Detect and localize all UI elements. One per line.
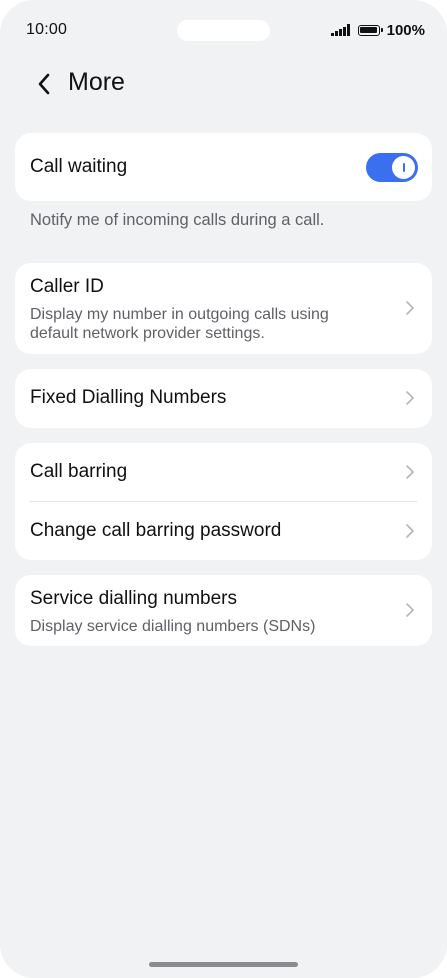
home-indicator[interactable] (149, 962, 298, 967)
chevron-right-icon (406, 524, 414, 538)
chevron-right-icon (406, 465, 414, 479)
chevron-left-icon (38, 73, 50, 95)
call-waiting-card: Call waiting (15, 133, 432, 201)
fixed-dialling-row[interactable]: Fixed Dialling Numbers (15, 369, 432, 428)
call-barring-title: Call barring (30, 461, 128, 482)
fixed-dialling-title: Fixed Dialling Numbers (30, 387, 227, 408)
status-time: 10:00 (26, 21, 68, 38)
service-dialling-subtitle: Display service dialling numbers (SDNs) (30, 618, 316, 635)
header: More (0, 60, 447, 108)
caller-id-row[interactable]: Caller ID Display my number in outgoing … (15, 263, 432, 354)
battery-percentage: 100% (386, 21, 425, 39)
call-barring-card: Call barring Change call barring passwor… (15, 443, 432, 560)
call-waiting-row[interactable]: Call waiting (15, 133, 432, 201)
camera-cutout (177, 20, 270, 41)
phone-screen: 10:00 100% More Call waiting Notify me o… (0, 0, 447, 978)
caller-id-title: Caller ID (30, 276, 104, 297)
change-barring-password-title: Change call barring password (30, 520, 282, 541)
caller-id-card: Caller ID Display my number in outgoing … (15, 263, 432, 354)
service-dialling-card: Service dialling numbers Display service… (15, 575, 432, 646)
fixed-dialling-card: Fixed Dialling Numbers (15, 369, 432, 428)
chevron-right-icon (406, 603, 414, 617)
service-dialling-row[interactable]: Service dialling numbers Display service… (15, 575, 432, 646)
call-waiting-note: Notify me of incoming calls during a cal… (30, 211, 325, 229)
chevron-right-icon (406, 301, 414, 315)
back-button[interactable] (30, 70, 58, 98)
toggle-knob (392, 156, 415, 179)
caller-id-subtitle-line2: default network provider settings. (30, 325, 265, 342)
call-waiting-toggle[interactable] (366, 153, 418, 182)
call-waiting-label: Call waiting (30, 156, 128, 177)
battery-icon (357, 24, 383, 36)
chevron-right-icon (406, 391, 414, 405)
service-dialling-title: Service dialling numbers (30, 588, 237, 609)
status-bar: 10:00 100% (0, 0, 447, 60)
signal-icon (331, 24, 350, 36)
status-icons: 100% (331, 21, 425, 39)
caller-id-subtitle-line1: Display my number in outgoing calls usin… (30, 306, 329, 323)
call-barring-row[interactable]: Call barring (15, 443, 432, 501)
change-barring-password-row[interactable]: Change call barring password (15, 502, 432, 560)
page-title: More (68, 68, 125, 96)
